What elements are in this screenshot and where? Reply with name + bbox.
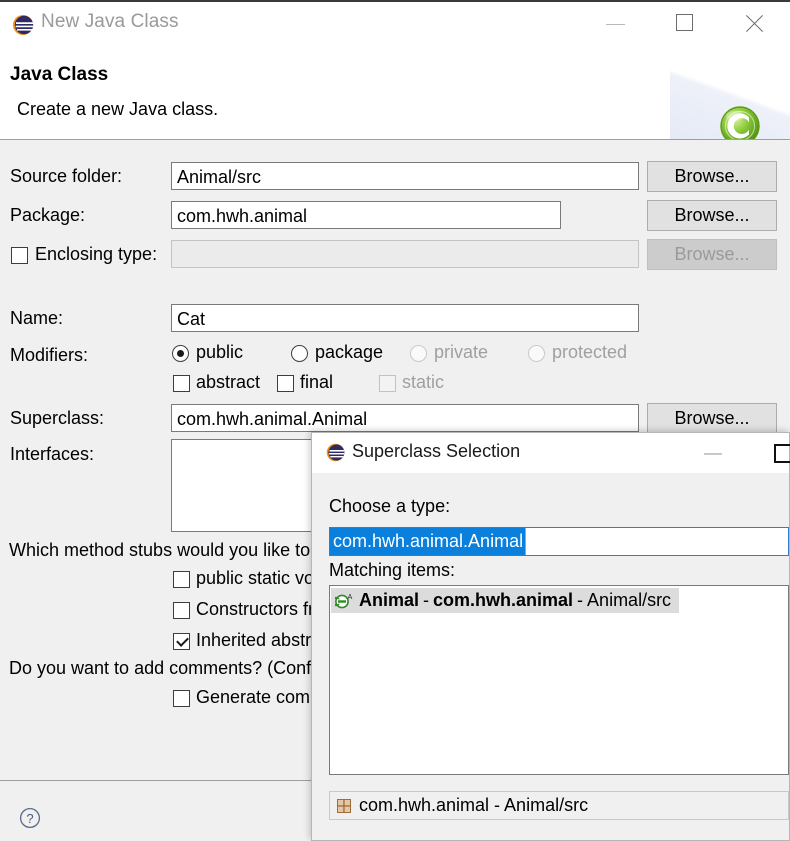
- enclosing-type-checkbox[interactable]: [11, 247, 28, 264]
- svg-text:A: A: [348, 594, 353, 601]
- stub-checkbox-inherited-abstract-methods[interactable]: [173, 633, 190, 650]
- java-class-banner-icon: [718, 104, 762, 140]
- modifier-radio-protected: [528, 345, 545, 362]
- maximize-icon: [676, 14, 693, 31]
- superclass-input[interactable]: com.hwh.animal.Animal: [171, 404, 639, 432]
- screen: New Java Class Java Class Create a new J…: [0, 0, 790, 841]
- source-folder-input[interactable]: Animal/src: [171, 162, 639, 190]
- enclosing-type-browse-button: Browse...: [647, 239, 777, 270]
- minimize-icon: [606, 24, 625, 25]
- list-item-class-name: Animal: [359, 590, 419, 611]
- window-title: New Java Class: [41, 11, 179, 33]
- modifier-radio-package[interactable]: [291, 345, 308, 362]
- package-input[interactable]: com.hwh.animal: [171, 201, 561, 229]
- package-browse-button[interactable]: Browse...: [647, 200, 777, 231]
- modifier-label-final: final: [300, 372, 333, 393]
- choose-a-type-value: com.hwh.animal.Animal: [330, 528, 525, 555]
- dialog-title: Superclass Selection: [352, 441, 520, 462]
- dialog-status-bar: com.hwh.animal - Animal/src: [329, 791, 789, 820]
- modifier-checkbox-abstract[interactable]: [173, 375, 190, 392]
- abstract-class-icon: A: [335, 592, 354, 609]
- stub-checkbox-constructors[interactable]: [173, 602, 190, 619]
- list-item-package: com.hwh.animal: [433, 590, 573, 611]
- superclass-browse-button[interactable]: Browse...: [647, 403, 777, 434]
- modifier-label-public: public: [196, 342, 243, 363]
- list-item-dash-2: -: [573, 590, 587, 611]
- generate-comments-checkbox[interactable]: [173, 690, 190, 707]
- modifier-label-static: static: [402, 372, 444, 393]
- matching-items-list[interactable]: A Animal - com.hwh.animal - Animal/src: [329, 585, 789, 775]
- modifier-radio-public[interactable]: [172, 345, 189, 362]
- modifier-label-package: package: [315, 342, 383, 363]
- package-icon: [336, 798, 352, 814]
- modifier-radio-private: [410, 345, 427, 362]
- eclipse-icon: [12, 14, 34, 36]
- minimize-button[interactable]: [594, 2, 640, 42]
- wizard-page-header: Java Class Create a new Java class.: [0, 48, 790, 140]
- modifier-label-protected: protected: [552, 342, 627, 363]
- page-description: Create a new Java class.: [17, 99, 218, 120]
- package-label: Package:: [10, 205, 85, 226]
- help-icon[interactable]: ?: [19, 807, 41, 829]
- page-title: Java Class: [10, 64, 108, 86]
- list-item-dash-1: -: [419, 590, 433, 611]
- superclass-label: Superclass:: [10, 408, 104, 429]
- close-button[interactable]: [733, 2, 779, 42]
- modifier-checkbox-final[interactable]: [277, 375, 294, 392]
- list-item[interactable]: A Animal - com.hwh.animal - Animal/src: [331, 588, 679, 613]
- source-folder-label: Source folder:: [10, 166, 122, 187]
- enclosing-type-label: Enclosing type:: [35, 244, 157, 265]
- maximize-button[interactable]: [663, 2, 709, 42]
- source-folder-browse-button[interactable]: Browse...: [647, 161, 777, 192]
- name-input[interactable]: Cat: [171, 304, 639, 332]
- choose-a-type-input[interactable]: com.hwh.animal.Animal: [329, 527, 789, 556]
- window-titlebar: New Java Class: [0, 2, 790, 48]
- matching-items-label: Matching items:: [329, 560, 455, 581]
- eclipse-icon: [326, 443, 345, 462]
- name-label: Name:: [10, 308, 63, 329]
- modifiers-label: Modifiers:: [10, 345, 88, 366]
- dialog-status-text: com.hwh.animal - Animal/src: [359, 795, 588, 816]
- modifier-label-abstract: abstract: [196, 372, 260, 393]
- modifier-label-private: private: [434, 342, 488, 363]
- minimize-icon: [704, 453, 722, 455]
- choose-a-type-label: Choose a type:: [329, 496, 450, 517]
- enclosing-type-input: [171, 240, 639, 268]
- superclass-selection-dialog: Superclass Selection Choose a type: com.…: [311, 432, 790, 841]
- close-icon: [743, 13, 765, 35]
- dialog-titlebar: Superclass Selection: [312, 433, 789, 473]
- list-item-location: Animal/src: [587, 590, 671, 611]
- interfaces-label: Interfaces:: [10, 444, 94, 465]
- stub-checkbox-main-method[interactable]: [173, 571, 190, 588]
- modifier-checkbox-static: [379, 375, 396, 392]
- svg-text:?: ?: [26, 811, 33, 826]
- dialog-minimize-button[interactable]: [692, 433, 738, 469]
- maximize-icon: [774, 444, 790, 463]
- dialog-maximize-button[interactable]: [761, 433, 790, 469]
